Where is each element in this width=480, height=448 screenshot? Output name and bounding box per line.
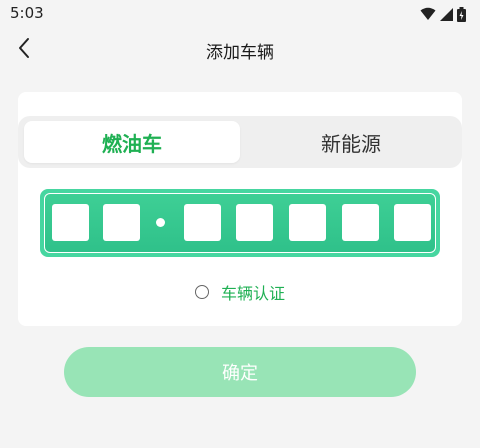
vehicle-card: 燃油车 新能源 车辆认证 bbox=[18, 92, 462, 326]
plate-separator-dot bbox=[156, 218, 165, 227]
plate-char-slot-4[interactable] bbox=[236, 204, 273, 241]
tab-new-energy[interactable]: 新能源 bbox=[240, 116, 462, 168]
confirm-button[interactable]: 确定 bbox=[64, 347, 416, 397]
signal-icon bbox=[440, 7, 453, 21]
plate-frame bbox=[44, 193, 436, 253]
tab-fuel-vehicle[interactable]: 燃油车 bbox=[24, 121, 240, 163]
plate-char-slot-7[interactable] bbox=[394, 204, 431, 241]
plate-char-slot-1[interactable] bbox=[52, 204, 89, 241]
vehicle-certification-option[interactable]: 车辆认证 bbox=[18, 280, 462, 304]
status-bar: 5:03 bbox=[0, 0, 480, 28]
status-time: 5:03 bbox=[10, 4, 44, 22]
plate-char-slot-2[interactable] bbox=[103, 204, 140, 241]
plate-char-slot-3[interactable] bbox=[184, 204, 221, 241]
status-icons bbox=[420, 6, 466, 22]
page-title: 添加车辆 bbox=[206, 43, 274, 63]
battery-icon bbox=[457, 6, 466, 22]
wifi-icon bbox=[420, 7, 436, 21]
vehicle-type-tabs: 燃油车 新能源 bbox=[18, 116, 462, 168]
radio-circle-icon[interactable] bbox=[194, 285, 209, 299]
vehicle-certification-label: 车辆认证 bbox=[220, 284, 285, 303]
plate-char-slot-5[interactable] bbox=[289, 204, 326, 241]
add-vehicle-screen: 5:03 添加车辆 燃油车 新能源 车辆认证 确定 bbox=[0, 0, 480, 448]
license-plate-input bbox=[40, 189, 440, 257]
plate-char-slot-6[interactable] bbox=[342, 204, 379, 241]
title-bar: 添加车辆 bbox=[0, 28, 480, 72]
